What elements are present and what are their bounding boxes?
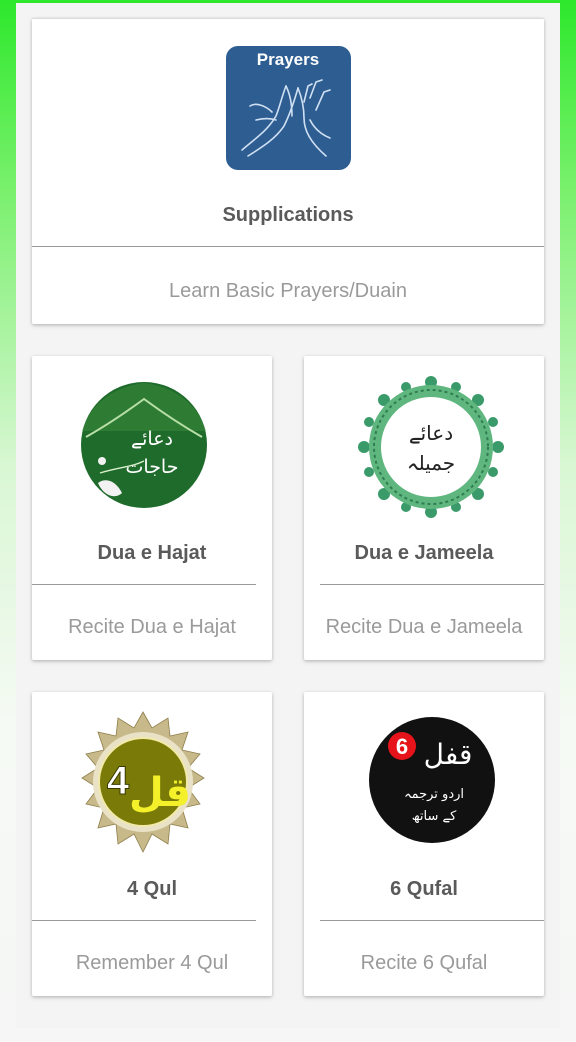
dua-e-jameela-card[interactable]: دعائے جمیلہ Dua e Jameela Recite Dua e J… xyxy=(304,356,544,660)
svg-text:حاجات: حاجات xyxy=(126,456,179,478)
dua-e-jameela-subtitle: Recite Dua e Jameela xyxy=(325,616,523,638)
dua-e-hajat-subtitle: Recite Dua e Hajat xyxy=(68,616,236,638)
svg-text:اردو ترجمہ: اردو ترجمہ xyxy=(404,787,464,802)
card-divider xyxy=(32,246,544,247)
6-qufal-card[interactable]: 6 قفل اردو ترجمہ کے ساتھ 6 Qufal Recite … xyxy=(304,692,544,996)
card-divider xyxy=(32,584,256,585)
prayers-icon-label: Prayers xyxy=(257,50,319,69)
6-qufal-title: 6 Qufal xyxy=(390,878,458,900)
content-panel: Prayers Supplications Learn Basic Prayer… xyxy=(16,3,560,1028)
card-divider xyxy=(32,920,256,921)
6-qufal-subtitle: Recite 6 Qufal xyxy=(360,952,488,974)
supplications-subtitle: Learn Basic Prayers/Duain xyxy=(169,280,407,302)
4-qul-subtitle: Remember 4 Qul xyxy=(75,952,229,974)
6-qufal-icon: 6 قفل اردو ترجمہ کے ساتھ xyxy=(368,716,496,844)
supplications-card[interactable]: Prayers Supplications Learn Basic Prayer… xyxy=(32,18,544,324)
card-top-divider xyxy=(32,18,544,19)
svg-text:قفل: قفل xyxy=(424,738,473,771)
supplications-title: Supplications xyxy=(222,204,354,226)
svg-text:دعائے: دعائے xyxy=(409,421,453,445)
card-divider xyxy=(320,584,544,585)
dua-e-hajat-card[interactable]: دعائے حاجات Dua e Hajat Recite Dua e Haj… xyxy=(32,356,272,660)
prayers-icon: Prayers xyxy=(226,46,351,170)
dua-e-jameela-title: Dua e Jameela xyxy=(354,542,494,564)
card-divider xyxy=(320,920,544,921)
dua-e-jameela-icon: دعائے جمیلہ xyxy=(358,376,504,518)
svg-text:کے ساتھ: کے ساتھ xyxy=(412,809,457,824)
svg-text:4: 4 xyxy=(107,759,130,803)
svg-text:6: 6 xyxy=(396,734,408,759)
dua-e-hajat-icon: دعائے حاجات xyxy=(80,381,208,509)
4-qul-card[interactable]: 4 قل 4 Qul Remember 4 Qul xyxy=(32,692,272,996)
svg-text:قل: قل xyxy=(129,770,191,816)
dua-e-hajat-title: Dua e Hajat xyxy=(97,542,207,564)
4-qul-icon: 4 قل xyxy=(70,710,216,856)
svg-text:جمیلہ: جمیلہ xyxy=(407,451,455,475)
svg-text:دعائے: دعائے xyxy=(131,428,173,450)
4-qul-title: 4 Qul xyxy=(126,878,177,900)
